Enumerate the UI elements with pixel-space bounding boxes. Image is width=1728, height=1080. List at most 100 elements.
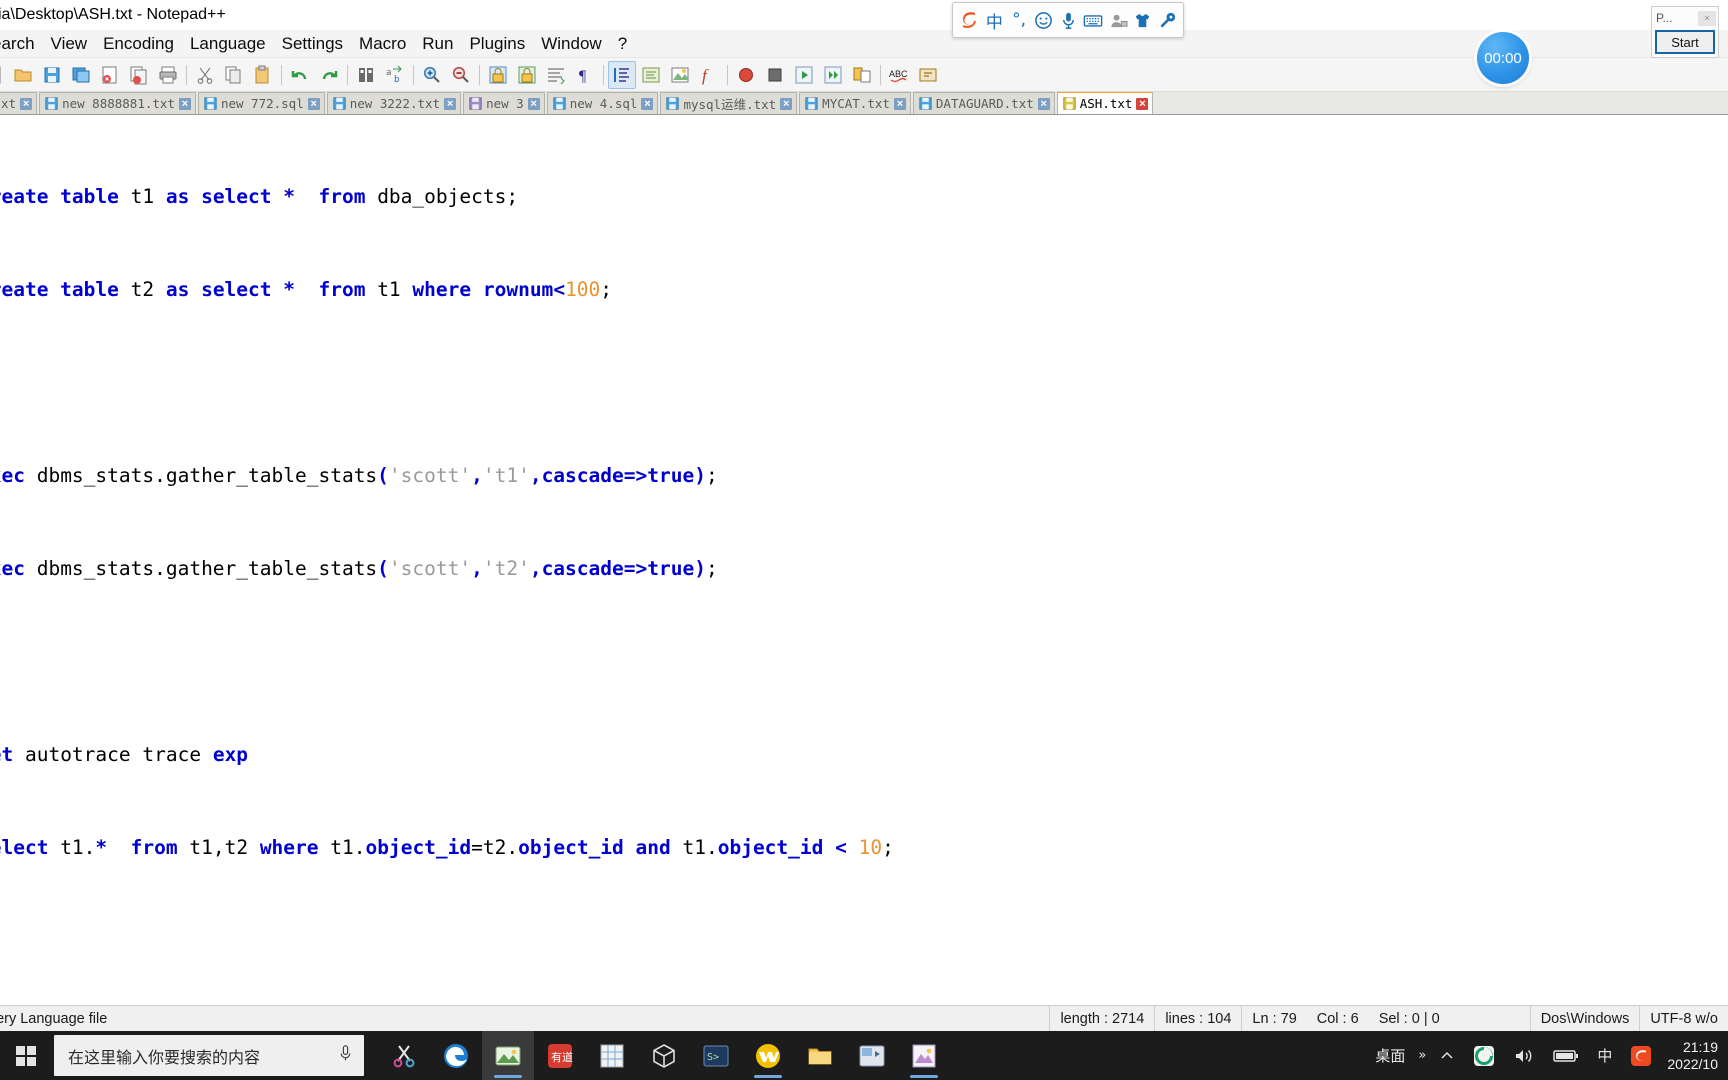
menu-macro[interactable]: Macro xyxy=(351,32,414,56)
close-icon[interactable]: × xyxy=(307,97,320,110)
zoom-out-button[interactable] xyxy=(447,61,475,89)
taskbar-snip-tool[interactable] xyxy=(378,1031,430,1080)
start-recording-button[interactable]: Start xyxy=(1655,30,1715,54)
tray-sogou-icon[interactable] xyxy=(1621,1031,1661,1080)
redo-button[interactable] xyxy=(315,61,343,89)
tab-0[interactable]: xt × xyxy=(0,92,38,114)
replace-button[interactable]: ab xyxy=(381,61,409,89)
new-file-button[interactable] xyxy=(0,61,8,89)
undo-button[interactable] xyxy=(286,61,314,89)
ime-skin-button[interactable] xyxy=(1132,6,1155,34)
tray-chevron-up-icon[interactable] xyxy=(1430,1031,1464,1080)
macro-record-button[interactable] xyxy=(732,61,760,89)
ime-keyboard-button[interactable] xyxy=(1082,6,1105,34)
tab-7[interactable]: MYCAT.txt × xyxy=(799,92,911,114)
ime-mode-chinese-button[interactable]: 中 xyxy=(983,6,1006,34)
taskbar-youdao[interactable]: 有道 xyxy=(534,1031,586,1080)
open-file-button[interactable] xyxy=(9,61,37,89)
close-icon[interactable]: × xyxy=(780,97,793,110)
taskbar-3d-viewer[interactable] xyxy=(638,1031,690,1080)
user-defined-language-button[interactable] xyxy=(637,61,665,89)
spellcheck-button[interactable]: ABC xyxy=(885,61,913,89)
recorder-window[interactable]: P... × Start xyxy=(1651,6,1719,58)
tray-ime-mode-icon[interactable]: 中 xyxy=(1588,1031,1621,1080)
macro-play-multiple-button[interactable] xyxy=(819,61,847,89)
close-file-button[interactable] xyxy=(96,61,124,89)
close-icon[interactable]: × xyxy=(893,97,906,110)
tray-antivirus-icon[interactable] xyxy=(1464,1031,1504,1080)
copy-button[interactable] xyxy=(220,61,248,89)
macro-save-button[interactable] xyxy=(848,61,876,89)
zoom-in-button[interactable] xyxy=(418,61,446,89)
sync-scroll-horizontal-button[interactable] xyxy=(513,61,541,89)
tab-4[interactable]: new 3 × xyxy=(463,92,545,114)
taskbar-clock[interactable]: 21:19 2022/10 xyxy=(1661,1031,1728,1080)
taskbar-vmware[interactable] xyxy=(742,1031,794,1080)
document-map-button[interactable] xyxy=(666,61,694,89)
taskbar-search-box[interactable]: 在这里输入你要搜索的内容 xyxy=(54,1035,364,1076)
macro-play-button[interactable] xyxy=(790,61,818,89)
close-icon[interactable]: × xyxy=(1037,97,1050,110)
screen-recorder-timer[interactable]: 00:00 xyxy=(1477,32,1529,84)
tray-overflow-label[interactable]: » xyxy=(1414,1031,1430,1080)
sogou-logo-icon[interactable] xyxy=(957,6,981,34)
macro-stop-button[interactable] xyxy=(761,61,789,89)
tab-5[interactable]: new 4.sql × xyxy=(546,92,659,114)
taskbar-excel[interactable] xyxy=(586,1031,638,1080)
function-list-button[interactable]: f xyxy=(695,61,723,89)
menu-help[interactable]: ? xyxy=(610,32,635,56)
taskbar-picture-app[interactable] xyxy=(482,1031,534,1080)
close-icon[interactable]: × xyxy=(20,97,33,110)
print-button[interactable] xyxy=(154,61,182,89)
close-icon[interactable]: × xyxy=(444,97,457,110)
close-all-button[interactable] xyxy=(125,61,153,89)
ime-emoji-button[interactable] xyxy=(1033,6,1056,34)
taskbar-secure-crt[interactable]: S> xyxy=(690,1031,742,1080)
editor-area[interactable]: create table t1 as select * from dba_obj… xyxy=(0,115,1728,1005)
show-desktop-label[interactable]: 桌面 xyxy=(1366,1031,1414,1080)
taskbar-explorer[interactable] xyxy=(794,1031,846,1080)
show-all-characters-button[interactable]: ¶ xyxy=(571,61,599,89)
paste-button[interactable] xyxy=(249,61,277,89)
ime-voice-button[interactable] xyxy=(1057,6,1080,34)
word-wrap-button[interactable] xyxy=(542,61,570,89)
tray-volume-icon[interactable] xyxy=(1504,1031,1544,1080)
tray-battery-icon[interactable] xyxy=(1544,1031,1588,1080)
run-button[interactable] xyxy=(914,61,942,89)
menu-view[interactable]: View xyxy=(43,32,96,56)
close-icon[interactable]: × xyxy=(1698,10,1716,26)
menu-plugins[interactable]: Plugins xyxy=(461,32,533,56)
microphone-icon[interactable] xyxy=(337,1044,354,1068)
taskbar-edge[interactable] xyxy=(430,1031,482,1080)
cut-button[interactable] xyxy=(191,61,219,89)
indent-guide-button[interactable] xyxy=(608,60,636,89)
ime-punctuation-button[interactable]: °, xyxy=(1008,6,1031,34)
taskbar-notepadpp[interactable] xyxy=(898,1031,950,1080)
code-content[interactable]: create table t1 as select * from dba_obj… xyxy=(0,119,1728,1005)
close-icon[interactable]: × xyxy=(641,97,654,110)
ime-account-button[interactable] xyxy=(1107,6,1130,34)
ime-tools-button[interactable] xyxy=(1156,6,1179,34)
close-icon[interactable]: × xyxy=(1136,97,1149,110)
tab-8[interactable]: DATAGUARD.txt × xyxy=(912,92,1055,114)
save-all-button[interactable] xyxy=(67,61,95,89)
menu-settings[interactable]: Settings xyxy=(274,32,351,56)
taskbar-player[interactable] xyxy=(846,1031,898,1080)
sogou-ime-toolbar[interactable]: 中 °, xyxy=(952,2,1184,38)
close-icon[interactable]: × xyxy=(527,97,540,110)
tab-3[interactable]: new 3222.txt × xyxy=(326,92,462,114)
menu-search[interactable]: earch xyxy=(0,32,43,56)
tab-6[interactable]: mysql运维.txt × xyxy=(660,92,798,114)
start-button[interactable] xyxy=(0,1031,52,1080)
tab-9-active[interactable]: ASH.txt × xyxy=(1056,92,1154,114)
tab-1[interactable]: new 8888881.txt × xyxy=(39,92,196,114)
menu-run[interactable]: Run xyxy=(414,32,461,56)
search-input-placeholder[interactable]: 在这里输入你要搜索的内容 xyxy=(68,1044,337,1068)
tab-2[interactable]: new 772.sql × xyxy=(197,92,325,114)
close-icon[interactable]: × xyxy=(178,97,191,110)
menu-encoding[interactable]: Encoding xyxy=(95,32,182,56)
save-button[interactable] xyxy=(38,61,66,89)
menu-language[interactable]: Language xyxy=(182,32,274,56)
find-button[interactable] xyxy=(352,61,380,89)
sync-scroll-vertical-button[interactable] xyxy=(484,61,512,89)
